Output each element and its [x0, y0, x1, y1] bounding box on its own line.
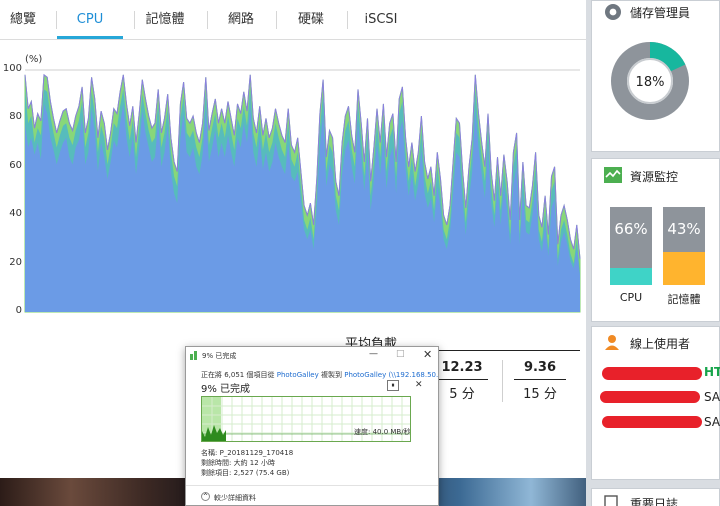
tab-bar: 總覽 CPU 記憶體 網路 硬碟 iSCSI [0, 0, 586, 40]
dialog-titlebar: 9% 已完成 — □ ✕ [186, 347, 438, 365]
tab-cpu[interactable]: CPU [57, 0, 123, 39]
load-15min: 9.36 15 分 [505, 360, 575, 402]
tab-iscsi[interactable]: iSCSI [348, 0, 414, 39]
online-users-title: 線上使用者 [630, 337, 691, 351]
dialog-title: 9% 已完成 [202, 352, 237, 360]
resource-monitor-widget: 資源監控 66% CPU 43% 記憶體 [591, 158, 720, 322]
storage-percent: 18% [636, 75, 665, 90]
minimize-button[interactable]: — [369, 349, 378, 359]
widget-panel: 儲存管理員 18% 資源監控 66% CPU 43% 記憶體 線上使用者 HT … [586, 0, 720, 506]
resource-monitor-title: 資源監控 [630, 170, 679, 184]
important-logs-title: 重要日誌 [630, 497, 679, 506]
copy-prefix: 正在將 6,051 個項目從 [201, 371, 275, 379]
transfer-speed: 速度: 40.0 MB/秒 [354, 428, 411, 436]
maximize-button[interactable]: □ [396, 349, 405, 359]
memory-bar: 43% [663, 207, 705, 285]
y-tick: 20 [9, 257, 22, 268]
copy-source-link[interactable]: PhotoGalley [277, 371, 319, 379]
y-tick: 40 [9, 208, 22, 219]
memory-percent: 43% [667, 220, 701, 238]
fewer-details-button[interactable]: 較少詳細資料 [214, 493, 256, 503]
memory-bar-fill [663, 252, 705, 285]
load-15min-value: 9.36 [523, 360, 557, 375]
cpu-bar-fill [610, 267, 652, 285]
tab-memory[interactable]: 記憶體 [135, 0, 195, 39]
time-remaining-line: 剩餘時間: 大約 12 小時 [201, 459, 275, 467]
online-users-widget: 線上使用者 HTT SAM SAM [591, 326, 720, 480]
tab-network[interactable]: 網路 [208, 0, 274, 39]
user-row: HTT [704, 365, 720, 379]
cancel-copy-button[interactable]: ✕ [415, 380, 423, 390]
cpu-percent: 66% [614, 220, 648, 238]
pause-button[interactable]: ⏸ [387, 380, 399, 391]
progress-percent-text: 9% 已完成 [201, 384, 251, 395]
log-icon [604, 495, 618, 506]
storage-donut-chart: 18% [611, 42, 689, 120]
important-logs-widget: 重要日誌 [591, 488, 720, 506]
copy-destination-link[interactable]: PhotoGalley (\\192.168.50... [344, 371, 438, 379]
user-icon [605, 335, 619, 350]
file-name-line: 名稱: P_20181129_170418 [201, 449, 294, 457]
average-load-separator [502, 360, 503, 402]
y-axis-unit: (%) [25, 54, 42, 65]
redacted-username [602, 367, 702, 380]
user-row: SAM [704, 415, 720, 429]
redacted-username [600, 391, 700, 403]
transfer-speed-graph: 速度: 40.0 MB/秒 [201, 396, 411, 442]
cpu-bar-label: CPU [619, 291, 643, 304]
close-button[interactable]: ✕ [423, 348, 432, 361]
tab-overview[interactable]: 總覽 [0, 0, 46, 39]
resource-monitor-icon [604, 167, 622, 183]
cpu-bar: 66% [610, 207, 652, 285]
cpu-usage-chart: (%) 100 80 60 40 20 0 [3, 54, 581, 316]
copy-mid: 複製到 [321, 371, 342, 379]
load-15min-label: 15 分 [523, 387, 557, 402]
copy-progress-icon [190, 351, 197, 360]
y-tick: 100 [3, 63, 22, 74]
storage-manager-title: 儲存管理員 [630, 6, 691, 20]
y-tick: 0 [16, 305, 22, 316]
items-remaining-line: 剩餘項目: 2,527 (75.4 GB) [201, 469, 290, 477]
storage-manager-widget: 儲存管理員 18% [591, 0, 720, 152]
storage-icon [605, 4, 621, 20]
file-copy-dialog: 9% 已完成 — □ ✕ 正在將 6,051 個項目從 PhotoGalley … [185, 346, 439, 506]
redacted-username [602, 416, 702, 428]
memory-bar-label: 記憶體 [667, 293, 701, 306]
y-tick: 80 [9, 111, 22, 122]
copy-description: 正在將 6,051 個項目從 PhotoGalley 複製到 PhotoGall… [201, 370, 438, 380]
y-tick: 60 [9, 160, 22, 171]
user-row: SAM [704, 390, 720, 404]
tab-disk[interactable]: 硬碟 [277, 0, 345, 39]
chevron-up-icon[interactable]: ^ [201, 492, 210, 501]
